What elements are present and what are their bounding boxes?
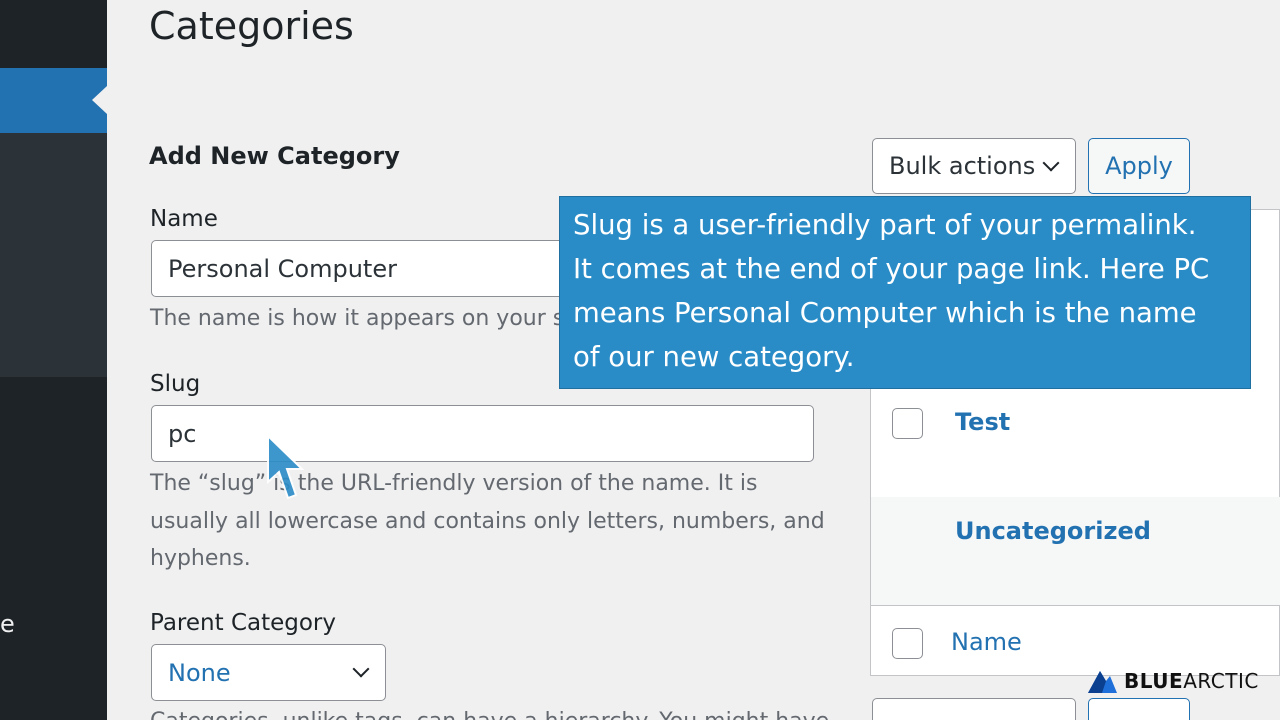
parent-category-label: Parent Category: [150, 610, 336, 636]
logo-text: BLUEARCTIC: [1124, 669, 1259, 693]
logo-text-blue: BLUE: [1124, 669, 1184, 693]
column-header-name[interactable]: Name: [951, 628, 1022, 656]
bulk-actions-label: Bulk actions: [889, 152, 1036, 180]
logo-text-arctic: ARCTIC: [1183, 669, 1259, 693]
slug-help-text-line-3: hyphens.: [150, 546, 251, 571]
slug-label: Slug: [150, 371, 201, 397]
row-checkbox[interactable]: [892, 408, 923, 439]
slug-input[interactable]: pc: [151, 405, 814, 462]
apply-button[interactable]: Apply: [1088, 138, 1190, 194]
name-input[interactable]: Personal Computer: [151, 240, 581, 297]
parent-category-select[interactable]: None: [151, 644, 386, 701]
bluearctic-logo: BLUEARCTIC: [1086, 668, 1259, 694]
callout-line-1: Slug is a user-friendly part of your per…: [573, 209, 1197, 241]
select-all-checkbox[interactable]: [892, 628, 923, 659]
slug-help-text-line-1: The “slug” is the URL-friendly version o…: [150, 471, 758, 496]
category-link-test[interactable]: Test: [955, 408, 1010, 436]
mouse-cursor-icon: [267, 434, 305, 500]
callout-line-3: means Personal Computer which is the nam…: [573, 297, 1197, 329]
parent-category-value: None: [168, 659, 231, 687]
sidebar-submenu: [0, 133, 107, 377]
tutorial-callout: Slug is a user-friendly part of your per…: [559, 196, 1251, 389]
bulk-actions-select[interactable]: Bulk actions: [872, 138, 1076, 194]
chevron-down-icon: [1042, 154, 1060, 172]
callout-line-2: It comes at the end of your page link. H…: [573, 253, 1210, 285]
sidebar-active-notch: [92, 86, 107, 114]
slug-help-text-line-2: usually all lowercase and contains only …: [150, 509, 825, 534]
apply-button-bottom[interactable]: [1088, 698, 1190, 720]
sidebar-item-posts-active[interactable]: [0, 68, 107, 133]
chevron-down-icon: [352, 660, 370, 678]
add-new-category-heading: Add New Category: [149, 142, 400, 170]
name-label: Name: [150, 206, 218, 232]
page-title: Categories: [149, 4, 354, 48]
parent-help-text: Categories, unlike tags, can have a hier…: [150, 703, 829, 720]
bulk-actions-select-bottom[interactable]: [872, 698, 1076, 720]
table-divider: [871, 605, 1280, 606]
mountain-logo-icon: [1088, 671, 1117, 693]
sidebar-item-label-partial[interactable]: e: [0, 610, 15, 638]
category-link-uncategorized[interactable]: Uncategorized: [955, 517, 1151, 545]
name-help-text: The name is how it appears on your si: [150, 306, 571, 331]
table-row-alt-bg: [871, 497, 1280, 605]
callout-line-4: of our new category.: [573, 341, 855, 373]
